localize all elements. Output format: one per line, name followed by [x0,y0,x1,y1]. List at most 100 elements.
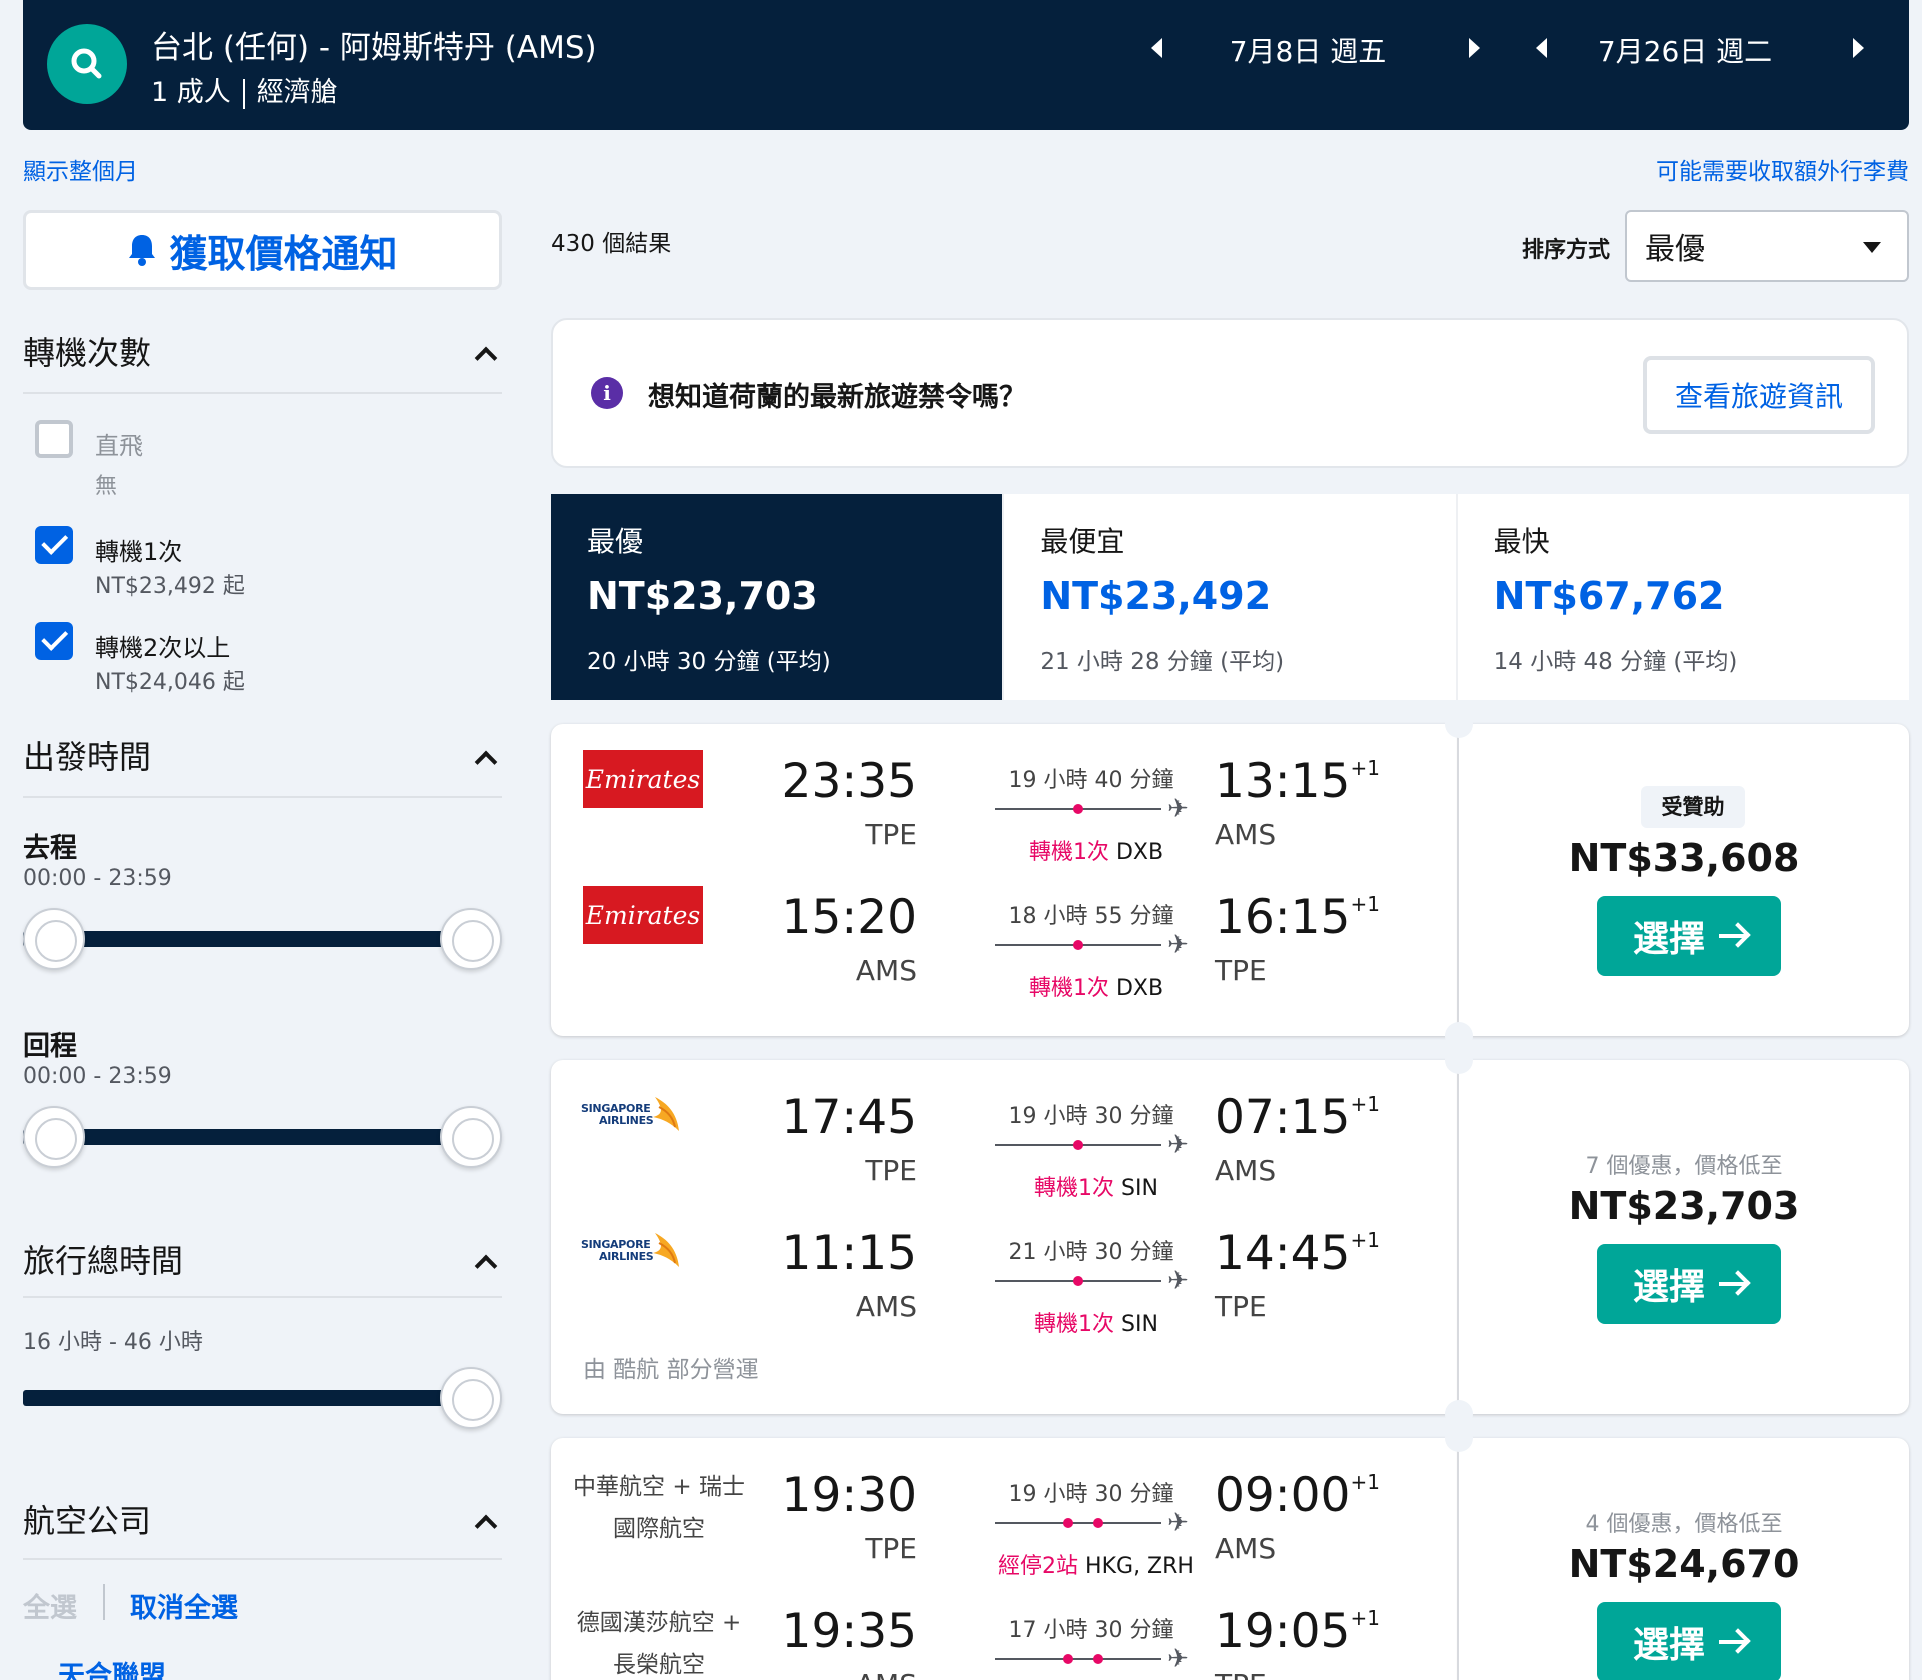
tab-cheapest[interactable]: 最便宜 NT$23,492 21 小時 28 分鐘 (平均) [1004,494,1458,700]
flight-result-card[interactable]: Emirates 23:35 TPE 19 小時 40 分鐘 ✈ 轉機1次 DX… [551,710,1909,1050]
arrow-right-icon [1719,934,1745,938]
duration-slider[interactable] [23,1390,473,1406]
return-leg: 德國漢莎航空 + 長榮航空 19:35 AMS 17 小時 30 分鐘 ✈ 19… [551,1574,1457,1680]
stop-dot [1073,940,1083,950]
plane-icon: ✈ [1167,1130,1189,1160]
departure-airport: AMS [856,1668,917,1680]
arrival-time: 14:45+1 [1215,1226,1380,1281]
select-button[interactable]: 選擇 [1597,896,1781,976]
stop-dot [1073,1140,1083,1150]
day-offset: +1 [1350,1092,1380,1116]
bell-icon [129,235,156,266]
travel-restrictions-text: 想知道荷蘭的最新旅遊禁令嗎？ [648,382,1026,413]
leg-duration: 17 小時 30 分鐘 [1008,1618,1174,1643]
stops-via: DXB [1115,976,1164,1001]
departure-airport: AMS [855,954,917,987]
deselect-all-link[interactable]: 取消全選 [130,1586,238,1625]
select-label: 選擇 [1632,1267,1705,1308]
results-count: 430 個結果 [551,231,672,257]
flight-result-card[interactable]: 中華航空 + 瑞士國際航空 19:30 TPE 19 小時 30 分鐘 ✈ 經停… [551,1424,1909,1680]
outbound-slider-min-handle[interactable] [23,908,85,970]
skyteam-alliance-option[interactable]: 天合聯盟 [58,1654,166,1680]
departure-time: 17:45 [781,1090,917,1145]
leg-duration: 19 小時 40 分鐘 [1008,768,1174,793]
price-alert-button[interactable]: 獲取價格通知 [23,210,502,290]
select-button[interactable]: 選擇 [1597,1244,1781,1324]
next-depart-date-icon[interactable] [1469,38,1480,58]
duration-slider-max-handle[interactable] [440,1367,502,1429]
stops-count: 轉機1次 [1028,976,1109,1001]
singapore-airlines-bird-icon [653,1097,680,1131]
show-whole-month-link[interactable]: 顯示整個月 [23,152,138,186]
departure-airport: TPE [865,818,917,851]
prev-depart-date-icon[interactable] [1151,38,1162,58]
price-panel: 4 個優惠，價格低至 NT$24,670 選擇 [1459,1438,1909,1680]
return-slider-min-handle[interactable] [23,1106,85,1168]
departure-time: 11:15 [781,1226,917,1281]
tab-title: 最優 [587,525,644,558]
return-slider-max-handle[interactable] [440,1106,502,1168]
route-line [995,1276,1161,1286]
route-line [995,1518,1161,1528]
departure-time: 15:20 [781,890,917,945]
chevron-up-icon[interactable] [474,346,498,370]
leg-duration: 21 小時 30 分鐘 [1008,1240,1174,1265]
sort-tabs: 最優 NT$23,703 20 小時 30 分鐘 (平均) 最便宜 NT$23,… [551,494,1909,700]
depart-date[interactable]: 7月8日 週五 [1208,30,1408,70]
chevron-up-icon[interactable] [474,750,498,774]
arrival-airport: AMS [1215,1154,1277,1187]
stops-info: 轉機1次 SIN [951,1306,1241,1338]
return-range: 00:00 - 23:59 [23,1064,172,1089]
select-label: 選擇 [1632,1625,1705,1666]
leg-duration: 19 小時 30 分鐘 [1008,1104,1174,1129]
stops-info: 轉機1次 DXB [951,970,1241,1002]
caret-down-icon [1863,242,1881,253]
outbound-time-slider[interactable] [23,931,473,947]
itinerary-panel[interactable]: 中華航空 + 瑞士國際航空 19:30 TPE 19 小時 30 分鐘 ✈ 經停… [551,1438,1457,1680]
tab-fastest[interactable]: 最快 NT$67,762 14 小時 48 分鐘 (平均) [1458,494,1909,700]
select-button[interactable]: 選擇 [1597,1602,1781,1680]
return-time-slider[interactable] [23,1129,473,1145]
baggage-fee-link[interactable]: 可能需要收取額外行李費 [1656,152,1909,186]
day-offset: +1 [1350,1606,1380,1630]
return-date[interactable]: 7月26日 週二 [1585,30,1785,70]
one-stop-price: NT$23,492 起 [95,574,245,599]
search-icon[interactable] [47,24,127,104]
ticket-notch [1445,1046,1473,1074]
divider [23,1558,502,1560]
sort-value: 最優 [1645,232,1705,267]
chevron-up-icon[interactable] [474,1254,498,1278]
tab-best[interactable]: 最優 NT$23,703 20 小時 30 分鐘 (平均) [551,494,1005,700]
next-return-date-icon[interactable] [1853,38,1864,58]
arrival-time: 13:15+1 [1215,754,1380,809]
divider [23,392,502,394]
two-plus-stops-price: NT$24,046 起 [95,670,245,695]
arrival-airport: TPE [1215,1668,1267,1680]
singapore-airlines-bird-icon [653,1233,680,1267]
flight-result-card[interactable]: SINGAPORE AIRLINES 17:45 TPE 19 小時 30 分鐘 … [551,1046,1909,1428]
tab-price: NT$67,762 [1493,574,1725,618]
prev-return-date-icon[interactable] [1536,38,1547,58]
direct-checkbox[interactable] [35,420,73,458]
duration-range: 16 小時 - 46 小時 [23,1330,203,1355]
direct-label: 直飛 [95,432,143,460]
route-line [995,804,1161,814]
singapore-airlines-logo: SINGAPORE AIRLINES [581,1086,711,1144]
adults-count: 1 成人 [151,77,231,108]
arrival-airport: AMS [1215,1532,1277,1565]
view-travel-info-button[interactable]: 查看旅遊資訊 [1643,356,1875,434]
arrival-airport: AMS [1215,818,1277,851]
route-line [995,940,1161,950]
search-summary-bar[interactable]: 台北 (任何) - 阿姆斯特丹 (AMS) 1 成人 經濟艙 7月8日 週五 7月… [23,0,1909,130]
itinerary-panel[interactable]: Emirates 23:35 TPE 19 小時 40 分鐘 ✈ 轉機1次 DX… [551,724,1457,1036]
chevron-up-icon[interactable] [474,1514,498,1538]
outbound-slider-max-handle[interactable] [440,908,502,970]
arrival-time: 07:15+1 [1215,1090,1380,1145]
select-all-link[interactable]: 全選 [23,1586,77,1625]
two-plus-stops-checkbox[interactable] [35,622,73,660]
plane-icon: ✈ [1167,930,1189,960]
sort-dropdown[interactable]: 最優 [1625,210,1909,282]
itinerary-panel[interactable]: SINGAPORE AIRLINES 17:45 TPE 19 小時 30 分鐘 … [551,1060,1457,1414]
one-stop-checkbox[interactable] [35,526,73,564]
price-panel: 受贊助 NT$33,608 選擇 [1459,724,1909,1036]
